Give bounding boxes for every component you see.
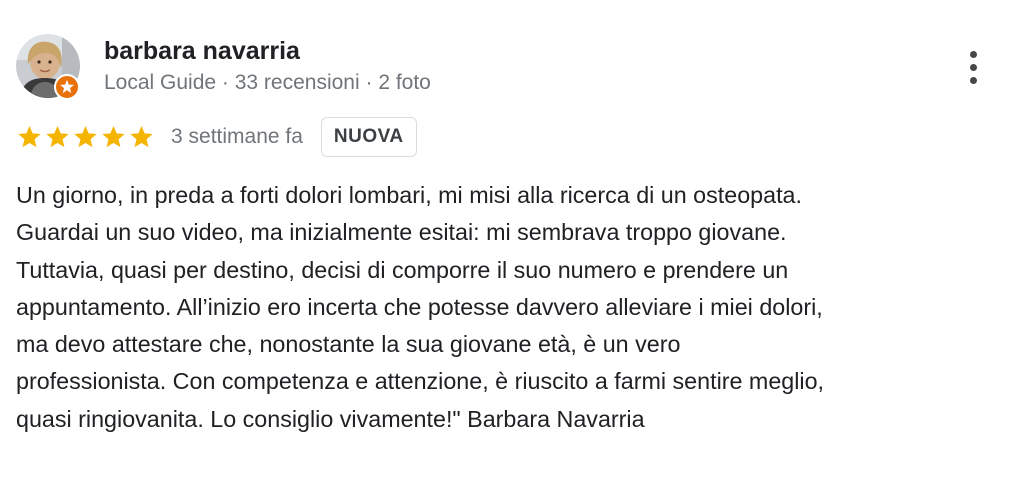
star-filled-icon xyxy=(46,125,69,148)
more-options-button[interactable] xyxy=(956,44,992,92)
review-text-line: quasi ringiovanita. Lo consiglio vivamen… xyxy=(16,405,645,432)
star-rating xyxy=(16,124,155,150)
more-vertical-icon-dot xyxy=(970,51,977,58)
more-vertical-icon-dot xyxy=(970,64,977,71)
star-filled-icon xyxy=(130,125,153,148)
rating-row: 3 settimane fa NUOVA xyxy=(16,116,417,158)
new-badge: NUOVA xyxy=(320,117,417,157)
review-text-line: Guardai un suo video, ma inizialmente es… xyxy=(16,219,787,246)
more-vertical-icon-dot xyxy=(970,77,977,84)
star-filled-icon xyxy=(18,125,41,148)
review-date: 3 settimane fa xyxy=(171,125,303,148)
review-card: barbara navarria Local Guide · 33 recens… xyxy=(0,0,1016,484)
review-text-line: Tuttavia, quasi per destino, decisi di c… xyxy=(16,256,789,283)
author-meta[interactable]: Local Guide · 33 recensioni · 2 foto xyxy=(104,70,431,96)
author-name[interactable]: barbara navarria xyxy=(104,36,300,66)
star-filled-icon xyxy=(74,125,97,148)
avatar[interactable] xyxy=(16,34,80,100)
review-text-line: professionista. Con competenza e attenzi… xyxy=(16,368,825,395)
review-text: Un giorno, in preda a forti dolori lomba… xyxy=(16,177,1006,438)
star-filled-icon xyxy=(102,125,125,148)
local-guide-star-icon xyxy=(54,74,80,100)
review-text-line: Un giorno, in preda a forti dolori lomba… xyxy=(16,182,802,208)
review-text-line: appuntamento. All’inizio ero incerta che… xyxy=(16,293,823,320)
review-text-line: ma devo attestare che, nonostante la sua… xyxy=(16,331,681,358)
